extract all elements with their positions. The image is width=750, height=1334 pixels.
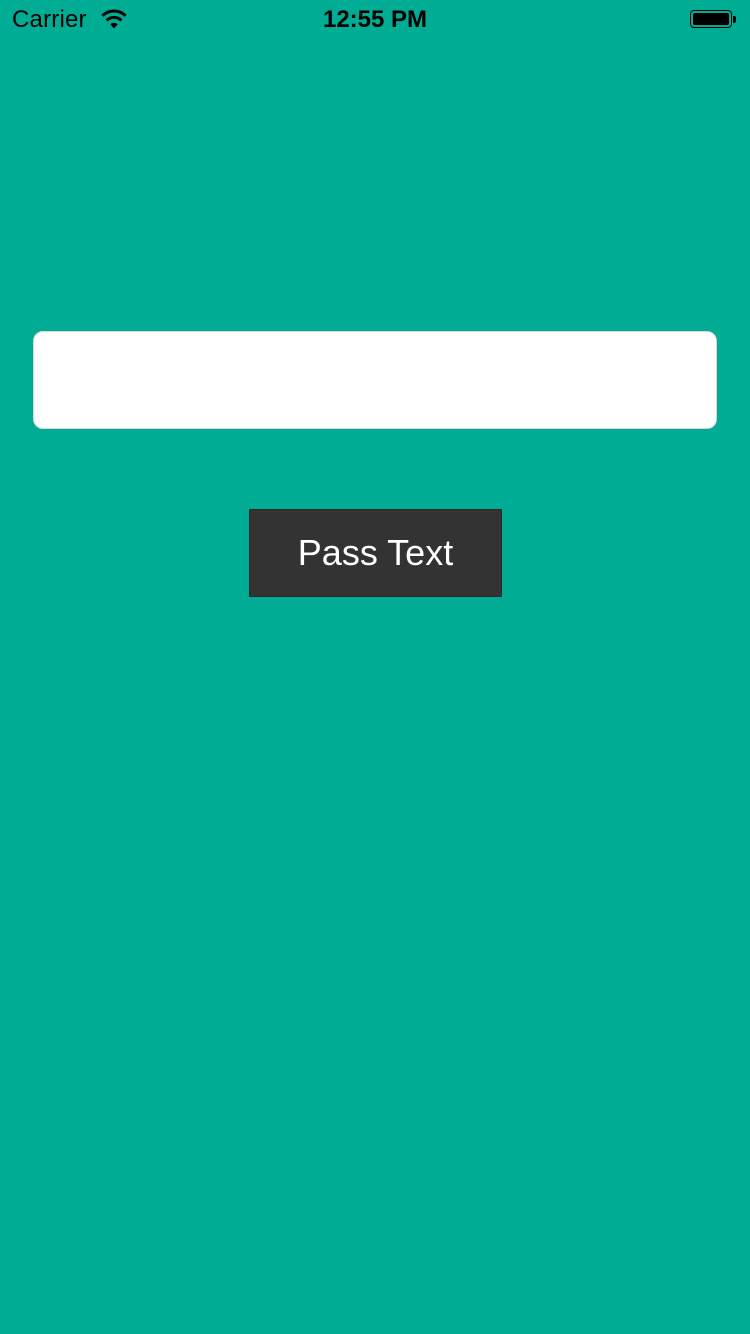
status-bar: Carrier 12:55 PM xyxy=(0,0,750,40)
battery-body xyxy=(690,10,732,28)
text-input[interactable] xyxy=(33,331,717,429)
battery-tip xyxy=(733,16,736,23)
pass-text-button[interactable]: Pass Text xyxy=(249,509,502,597)
battery-fill xyxy=(693,13,729,25)
battery-icon xyxy=(690,10,736,30)
clock-time: 12:55 PM xyxy=(322,6,428,33)
